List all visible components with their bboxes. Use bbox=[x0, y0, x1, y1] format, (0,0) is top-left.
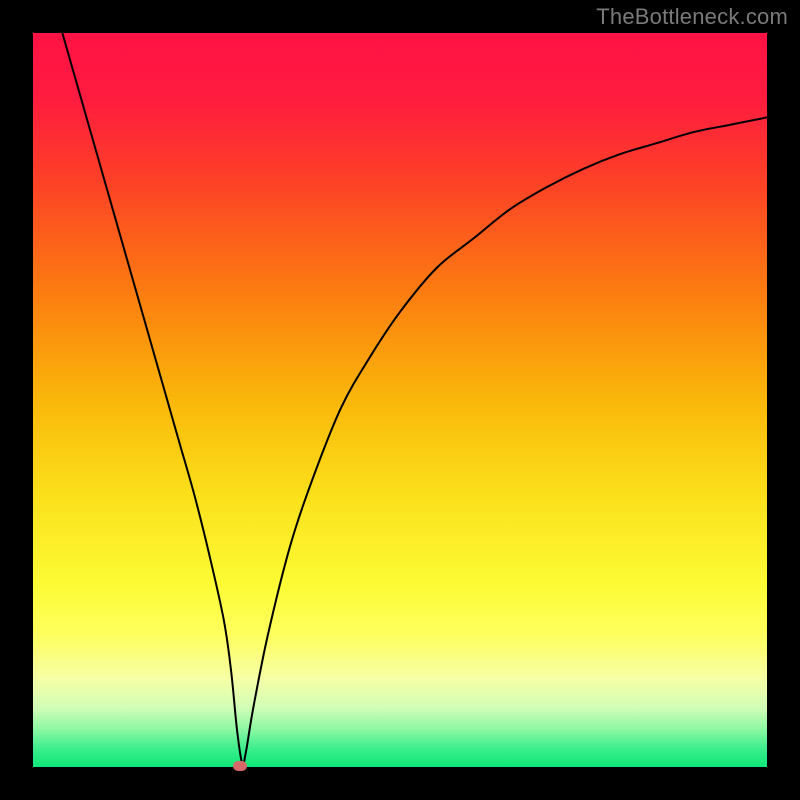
bottleneck-curve bbox=[33, 33, 767, 767]
watermark: TheBottleneck.com bbox=[596, 4, 788, 30]
plot-area bbox=[33, 33, 767, 767]
optimal-point-marker bbox=[233, 761, 247, 771]
